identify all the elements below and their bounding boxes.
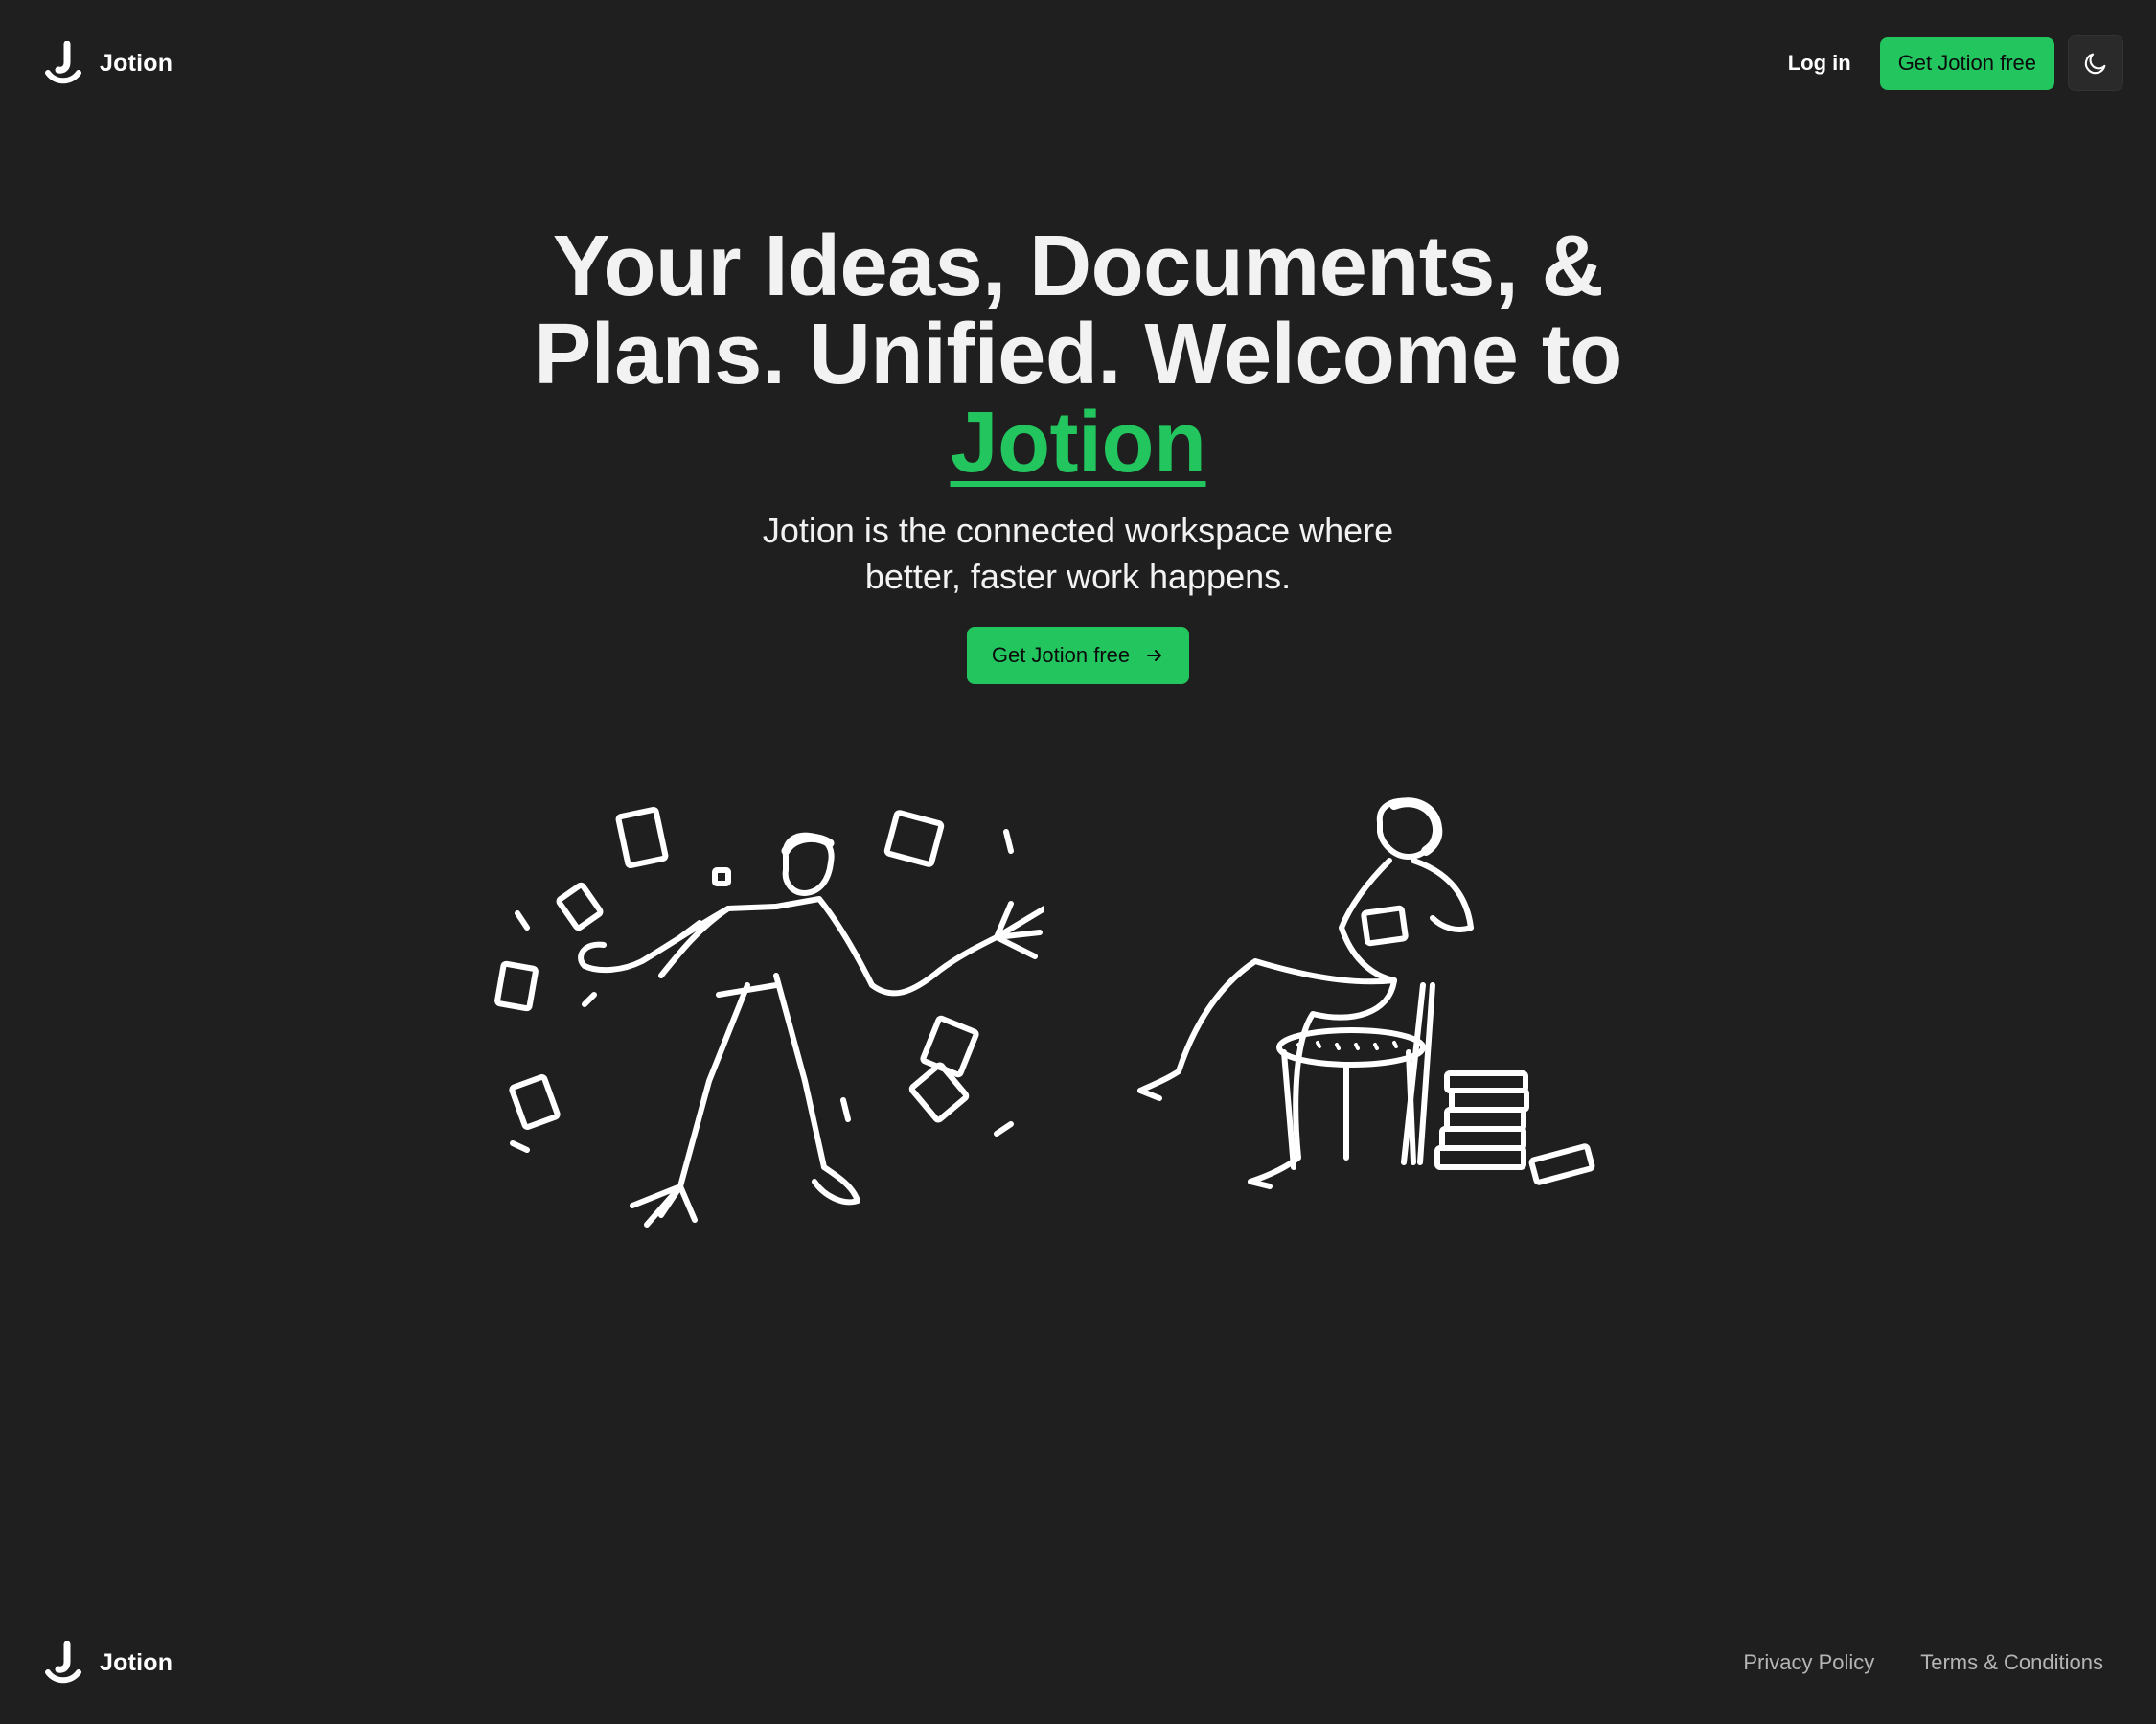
hero-subheading: Jotion is the connected workspace where … xyxy=(762,511,1394,596)
man-juggling-papers-illustration xyxy=(489,793,1044,1244)
footer-brand-logo[interactable]: Jotion xyxy=(44,1641,172,1685)
moon-icon xyxy=(2084,53,2106,75)
footer-brand-name: Jotion xyxy=(100,1648,173,1676)
get-jotion-free-hero-button[interactable]: Get Jotion free xyxy=(966,627,1190,684)
hero-headline-text: Your Ideas, Documents, & Plans. Unified.… xyxy=(534,218,1622,402)
terms-conditions-link[interactable]: Terms & Conditions xyxy=(1920,1650,2103,1675)
jotion-logo-icon xyxy=(45,1641,81,1684)
footer-links: Privacy Policy Terms & Conditions xyxy=(1743,1650,2103,1675)
landing-page: Jotion Log in Get Jotion free Your Ideas… xyxy=(0,0,2156,1724)
login-button[interactable]: Log in xyxy=(1775,39,1865,87)
privacy-policy-link[interactable]: Privacy Policy xyxy=(1743,1650,1874,1675)
theme-toggle-button[interactable] xyxy=(2068,35,2123,91)
nav-actions: Log in Get Jotion free xyxy=(1775,35,2123,91)
brand-logo[interactable]: Jotion xyxy=(44,41,172,85)
woman-reading-in-chair-illustration xyxy=(1064,793,1600,1244)
hero-headline: Your Ideas, Documents, & Plans. Unified.… xyxy=(513,222,1643,487)
footer: Jotion Privacy Policy Terms & Conditions xyxy=(0,1620,2156,1706)
jotion-logo-icon xyxy=(45,41,81,84)
hero-cta-label: Get Jotion free xyxy=(991,643,1131,667)
hero-headline-brand: Jotion xyxy=(950,395,1206,491)
hero-illustrations xyxy=(489,793,1595,1244)
hero-section: Your Ideas, Documents, & Plans. Unified.… xyxy=(0,222,2156,684)
navbar: Jotion Log in Get Jotion free xyxy=(0,0,2156,126)
brand-name: Jotion xyxy=(100,49,173,77)
arrow-right-icon xyxy=(1147,650,1162,661)
get-jotion-free-nav-button[interactable]: Get Jotion free xyxy=(1879,36,2054,90)
